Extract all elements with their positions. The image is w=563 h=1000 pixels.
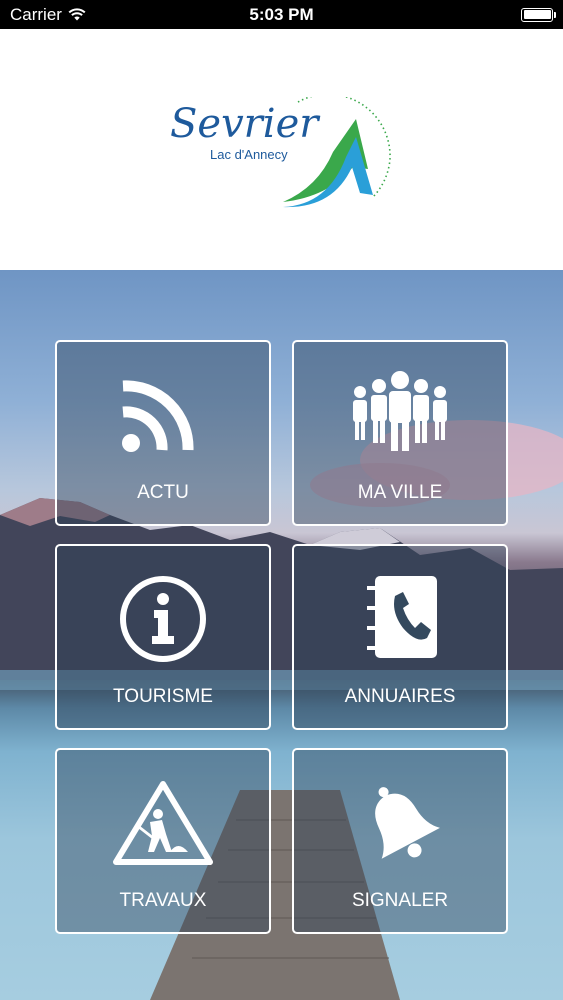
tile-annuaires[interactable]: ANNUAIRES bbox=[292, 544, 508, 730]
status-left: Carrier bbox=[10, 5, 86, 25]
tile-signaler[interactable]: SIGNALER bbox=[292, 748, 508, 934]
info-icon bbox=[120, 576, 206, 662]
tile-tourisme[interactable]: TOURISME bbox=[55, 544, 271, 730]
wifi-icon bbox=[68, 8, 86, 21]
bell-icon bbox=[375, 787, 440, 859]
logo-tagline: Lac d'Annecy bbox=[210, 147, 288, 162]
rss-icon bbox=[122, 380, 194, 452]
tile-ma-ville[interactable]: MA VILLE bbox=[292, 340, 508, 526]
header: Sevrier Lac d'Annecy bbox=[0, 29, 563, 270]
tile-travaux[interactable]: TRAVAUX bbox=[55, 748, 271, 934]
tile-label: TRAVAUX bbox=[119, 890, 207, 911]
hero-background: ACTU MA VILLE TOURISME ANNUAIRES TRAVAUX… bbox=[0, 270, 563, 1000]
battery-fill bbox=[523, 10, 551, 19]
tile-label: ANNUAIRES bbox=[344, 686, 456, 707]
sevrier-logo: Sevrier Lac d'Annecy bbox=[170, 97, 391, 208]
tile-label: SIGNALER bbox=[351, 890, 449, 911]
roadwork-icon bbox=[113, 781, 213, 865]
status-bar: Carrier 5:03 PM bbox=[0, 0, 563, 29]
tile-actu[interactable]: ACTU bbox=[55, 340, 271, 526]
carrier-label: Carrier bbox=[10, 4, 62, 24]
people-icon bbox=[353, 371, 447, 451]
tile-label: MA VILLE bbox=[357, 482, 443, 503]
tile-label: ACTU bbox=[137, 482, 189, 503]
phonebook-icon bbox=[367, 576, 437, 658]
logo-brand: Sevrier bbox=[170, 101, 321, 147]
tile-label: TOURISME bbox=[113, 686, 213, 707]
battery-icon bbox=[521, 7, 556, 22]
